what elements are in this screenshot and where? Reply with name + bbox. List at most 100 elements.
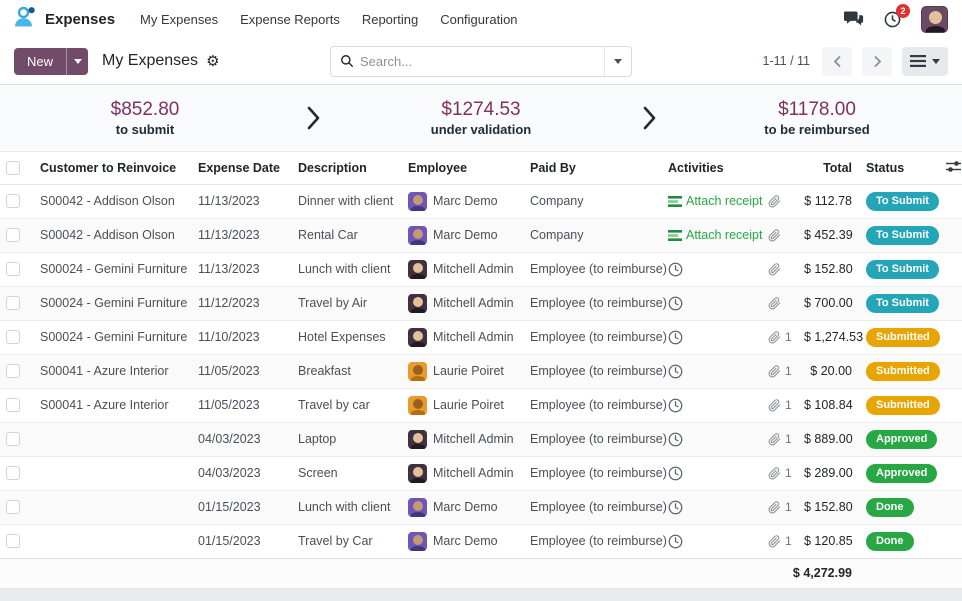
stat-label: under validation xyxy=(336,122,626,137)
pager-next-button[interactable] xyxy=(862,47,892,76)
messages-icon[interactable] xyxy=(844,11,864,28)
table-row[interactable]: S00042 - Addison Olson 11/13/2023 Dinner… xyxy=(0,184,962,218)
expense-date-cell: 01/15/2023 xyxy=(192,490,292,524)
app-switcher[interactable]: Expenses xyxy=(14,6,115,32)
status-badge[interactable]: Done xyxy=(866,532,914,551)
status-badge[interactable]: Submitted xyxy=(866,362,940,381)
table-row[interactable]: 01/15/2023 Travel by Car Marc Demo Emplo… xyxy=(0,524,962,558)
column-status[interactable]: Status xyxy=(860,152,940,184)
column-customer[interactable]: Customer to Reinvoice xyxy=(32,152,192,184)
stat-to-be-reimbursed[interactable]: $1178.00 to be reimbursed xyxy=(672,99,962,137)
activity-clock-icon[interactable] xyxy=(668,364,683,379)
row-checkbox[interactable] xyxy=(6,296,20,310)
row-checkbox[interactable] xyxy=(6,194,20,208)
stat-under-validation[interactable]: $1274.53 under validation xyxy=(336,99,626,137)
menu-reporting[interactable]: Reporting xyxy=(351,6,429,33)
menu-expense-reports[interactable]: Expense Reports xyxy=(229,6,351,33)
table-header-row: Customer to Reinvoice Expense Date Descr… xyxy=(0,152,962,184)
table-row[interactable]: 01/15/2023 Lunch with client Marc Demo E… xyxy=(0,490,962,524)
status-badge[interactable]: To Submit xyxy=(866,192,939,211)
activity-clock-icon[interactable] xyxy=(668,534,683,549)
breadcrumb-title: My Expenses xyxy=(102,52,198,70)
paid-by-cell: Employee (to reimburse) xyxy=(524,252,662,286)
new-button[interactable]: New xyxy=(14,48,66,75)
status-badge[interactable]: Approved xyxy=(866,464,937,483)
table-row[interactable]: 04/03/2023 Laptop Mitchell Admin Employe… xyxy=(0,422,962,456)
description-cell: Laptop xyxy=(292,422,402,456)
select-all-checkbox[interactable] xyxy=(6,161,20,175)
customer-cell: S00042 - Addison Olson xyxy=(32,218,192,252)
table-row[interactable]: 04/03/2023 Screen Mitchell Admin Employe… xyxy=(0,456,962,490)
activity-count-badge: 2 xyxy=(896,4,910,18)
table-row[interactable]: S00042 - Addison Olson 11/13/2023 Rental… xyxy=(0,218,962,252)
table-row[interactable]: S00024 - Gemini Furniture 11/10/2023 Hot… xyxy=(0,320,962,354)
status-badge[interactable]: To Submit xyxy=(866,294,939,313)
activity-clock-icon[interactable] xyxy=(668,296,683,311)
activity-clock-icon[interactable] xyxy=(668,398,683,413)
user-avatar[interactable] xyxy=(921,6,948,33)
status-badge[interactable]: Submitted xyxy=(866,396,940,415)
description-cell: Hotel Expenses xyxy=(292,320,402,354)
table-row[interactable]: S00024 - Gemini Furniture 11/12/2023 Tra… xyxy=(0,286,962,320)
row-checkbox[interactable] xyxy=(6,364,20,378)
status-badge[interactable]: To Submit xyxy=(866,226,939,245)
description-cell: Screen xyxy=(292,456,402,490)
column-total[interactable]: Total xyxy=(798,152,860,184)
status-badge[interactable]: Submitted xyxy=(866,328,940,347)
activities-systray-icon[interactable]: 2 xyxy=(884,11,901,28)
search-filters-dropdown[interactable] xyxy=(604,47,631,76)
employee-name: Mitchell Admin xyxy=(433,296,514,310)
description-cell: Dinner with client xyxy=(292,184,402,218)
activity-clock-icon[interactable] xyxy=(668,262,683,277)
column-activities[interactable]: Activities xyxy=(662,152,762,184)
column-description[interactable]: Description xyxy=(292,152,402,184)
table-row[interactable]: S00041 - Azure Interior 11/05/2023 Trave… xyxy=(0,388,962,422)
activity-clock-icon[interactable] xyxy=(668,432,683,447)
customer-cell xyxy=(32,456,192,490)
new-button-dropdown[interactable] xyxy=(66,48,88,75)
optional-columns-button[interactable] xyxy=(940,152,962,184)
row-checkbox[interactable] xyxy=(6,228,20,242)
row-checkbox[interactable] xyxy=(6,534,20,548)
attach-receipt-icon xyxy=(668,229,682,242)
status-badge[interactable]: Approved xyxy=(866,430,937,449)
attach-receipt-activity[interactable]: Attach receipt xyxy=(668,228,762,242)
search-input[interactable] xyxy=(354,54,604,69)
customer-cell: S00024 - Gemini Furniture xyxy=(32,286,192,320)
customer-cell: S00024 - Gemini Furniture xyxy=(32,320,192,354)
column-employee[interactable]: Employee xyxy=(402,152,524,184)
row-checkbox[interactable] xyxy=(6,330,20,344)
row-checkbox[interactable] xyxy=(6,466,20,480)
action-gear-icon[interactable]: ⚙ xyxy=(206,54,219,69)
employee-name: Mitchell Admin xyxy=(433,432,514,446)
new-button-group: New xyxy=(14,48,88,75)
row-checkbox[interactable] xyxy=(6,500,20,514)
attach-receipt-activity[interactable]: Attach receipt xyxy=(668,194,762,208)
expense-date-cell: 11/13/2023 xyxy=(192,252,292,286)
paid-by-cell: Employee (to reimburse) xyxy=(524,456,662,490)
view-switcher-button[interactable] xyxy=(902,47,948,76)
table-row[interactable]: S00041 - Azure Interior 11/05/2023 Break… xyxy=(0,354,962,388)
status-badge[interactable]: To Submit xyxy=(866,260,939,279)
total-cell: $ 700.00 xyxy=(798,286,860,320)
activity-clock-icon[interactable] xyxy=(668,466,683,481)
row-checkbox[interactable] xyxy=(6,398,20,412)
row-checkbox[interactable] xyxy=(6,432,20,446)
column-expense-date[interactable]: Expense Date xyxy=(192,152,292,184)
customer-cell xyxy=(32,524,192,558)
column-paid-by[interactable]: Paid By xyxy=(524,152,662,184)
attachment-count: 1 xyxy=(785,330,792,344)
list-view-icon xyxy=(910,55,926,67)
customer-cell: S00041 - Azure Interior xyxy=(32,354,192,388)
activity-clock-icon[interactable] xyxy=(668,330,683,345)
paperclip-icon xyxy=(768,229,781,242)
pager-previous-button[interactable] xyxy=(822,47,852,76)
stat-to-submit[interactable]: $852.80 to submit xyxy=(0,99,290,137)
menu-configuration[interactable]: Configuration xyxy=(429,6,528,33)
table-row[interactable]: S00024 - Gemini Furniture 11/13/2023 Lun… xyxy=(0,252,962,286)
row-checkbox[interactable] xyxy=(6,262,20,276)
status-badge[interactable]: Done xyxy=(866,498,914,517)
activity-clock-icon[interactable] xyxy=(668,500,683,515)
paid-by-cell: Employee (to reimburse) xyxy=(524,286,662,320)
menu-my-expenses[interactable]: My Expenses xyxy=(129,6,229,33)
